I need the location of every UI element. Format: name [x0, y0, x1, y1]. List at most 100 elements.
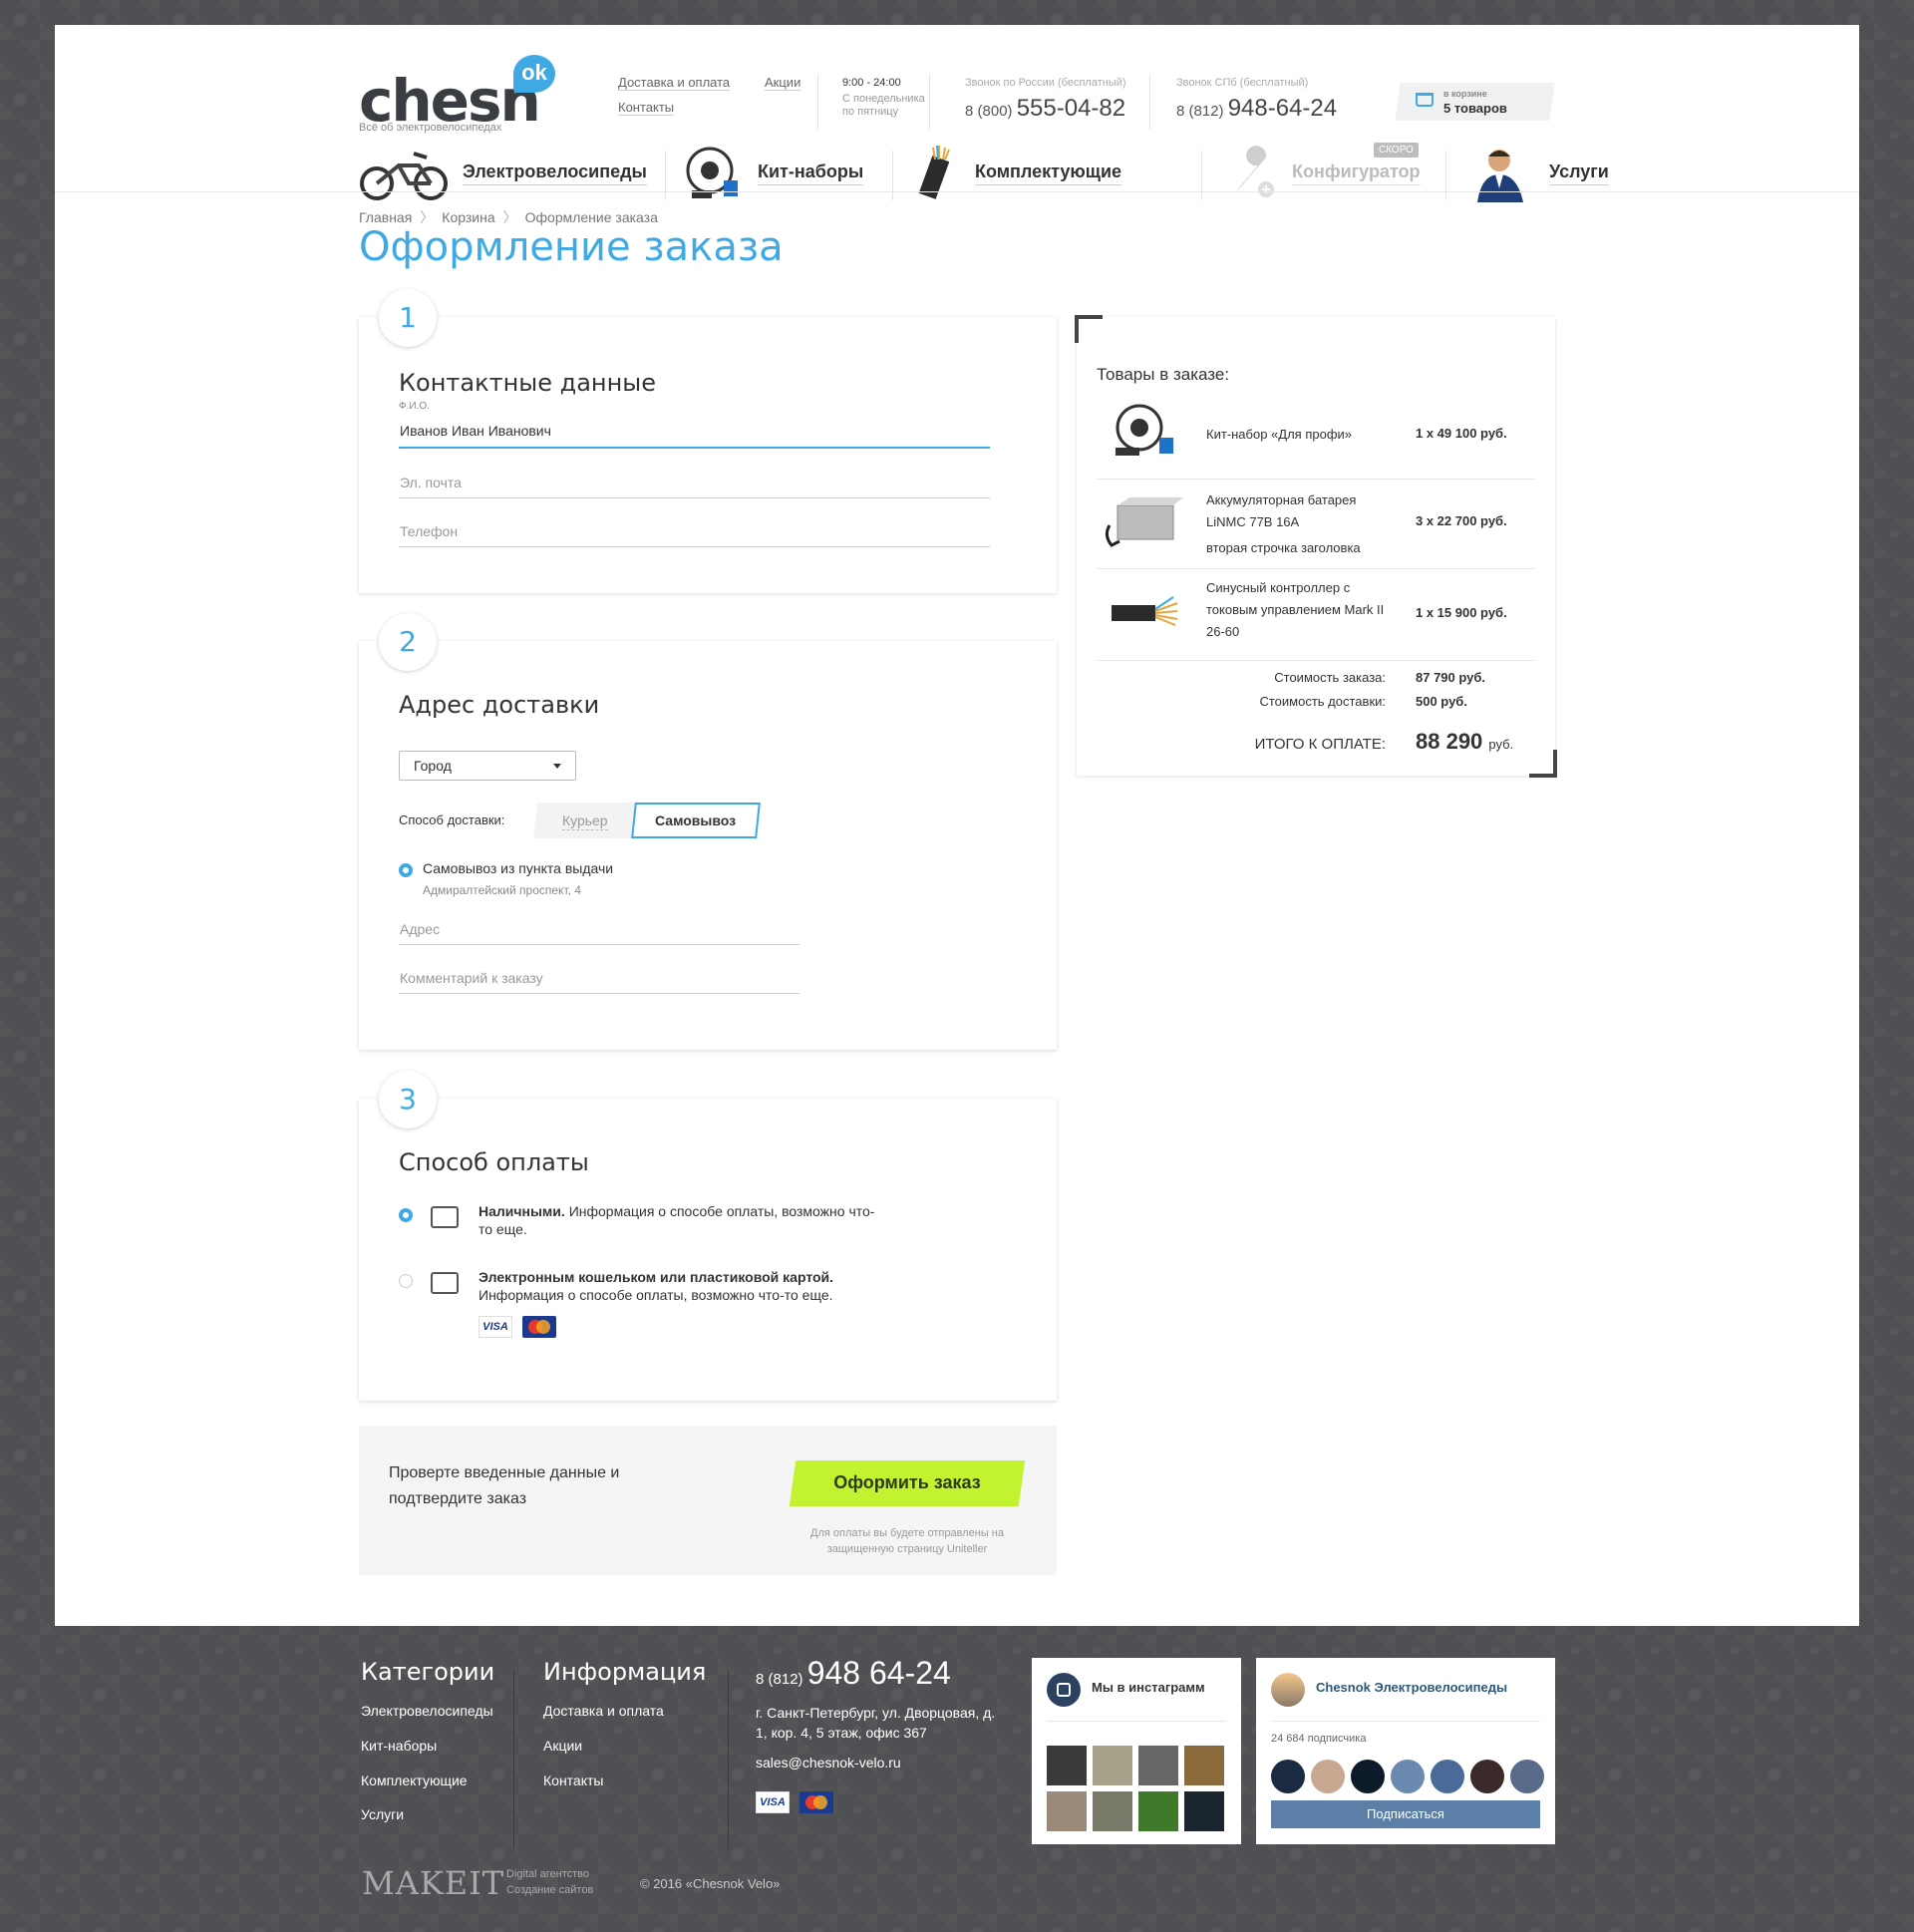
mastercard-logo — [522, 1316, 556, 1338]
card-radio[interactable] — [399, 1274, 413, 1288]
footer-link[interactable]: Услуги — [361, 1806, 404, 1822]
link-contacts[interactable]: Контакты — [618, 100, 675, 116]
chevron-right-icon: 〉 — [502, 209, 517, 225]
vk-member-avatar[interactable] — [1470, 1760, 1504, 1793]
instagram-photo[interactable] — [1138, 1791, 1178, 1831]
footer-link[interactable]: Кит-наборы — [361, 1738, 437, 1754]
nav-item-ebikes[interactable]: Электровелосипеды — [359, 143, 647, 204]
phone-field[interactable]: Телефон — [399, 517, 990, 547]
card-option: Электронным кошельком или пластиковой ка… — [478, 1269, 834, 1303]
summary-item: Аккумуляторная батарея LiNMC 77В 16А втор… — [1097, 480, 1535, 569]
item-price: 1 x 15 900 руб. — [1416, 605, 1507, 620]
footer-link[interactable]: Доставка и оплата — [543, 1703, 664, 1719]
nav-label: Кит-наборы — [758, 161, 864, 185]
instagram-title[interactable]: Мы в инстаграмм — [1092, 1680, 1205, 1695]
nav-item-kits[interactable]: Кит-наборы — [684, 143, 864, 204]
mastercard-logo — [799, 1791, 833, 1813]
step-contact: 1 Контактные данные Ф.И.О. Иванов Иван И… — [359, 289, 1057, 593]
name-field[interactable]: Ф.И.О. Иванов Иван Иванович — [399, 401, 990, 449]
top-links: Доставка и оплата Контакты — [618, 75, 731, 125]
vk-member-avatar[interactable] — [1271, 1760, 1305, 1793]
instagram-photo[interactable] — [1047, 1746, 1087, 1785]
instagram-photo[interactable] — [1184, 1746, 1224, 1785]
city-select[interactable]: Город — [399, 751, 576, 781]
nav-divider — [1445, 151, 1446, 200]
address-field[interactable]: Адрес — [399, 915, 799, 945]
instagram-photo[interactable] — [1184, 1791, 1224, 1831]
summary-title: Товары в заказе: — [1097, 365, 1230, 384]
nav-item-services[interactable]: Услуги — [1473, 143, 1609, 204]
pickup-radio[interactable] — [399, 863, 413, 877]
vk-member-avatar[interactable] — [1351, 1760, 1385, 1793]
card-icon — [431, 1272, 459, 1294]
order-summary: Товары в заказе: Кит-набор «Для профи» 1… — [1075, 315, 1557, 778]
nav-label: Услуги — [1549, 161, 1609, 185]
divider — [1149, 75, 1150, 130]
nav-divider — [1201, 151, 1202, 200]
tab-courier[interactable]: Курьер — [533, 803, 637, 838]
item-name: Аккумуляторная батарея LiNMC 77В 16А втор… — [1206, 492, 1361, 555]
cart-icon — [1416, 93, 1434, 107]
phone-russia: Звонок по России (бесплатный) 8 (800) 55… — [965, 77, 1126, 123]
total-value: 88 290 руб. — [1416, 729, 1514, 754]
hours-sub: С понедельника по пятницу — [842, 93, 925, 118]
step-number: 3 — [379, 1071, 437, 1128]
instagram-photo[interactable] — [1093, 1746, 1132, 1785]
logo[interactable]: chesn ok Всё об электровелосипедах — [359, 55, 558, 140]
comment-field[interactable]: Комментарий к заказу — [399, 964, 799, 994]
corner-decoration — [1529, 750, 1557, 778]
top-links-2: Акции — [765, 75, 801, 100]
footer-link[interactable]: Электровелосипеды — [361, 1703, 493, 1719]
footer-link[interactable]: Комплектующие — [361, 1772, 468, 1788]
phone-spb-number[interactable]: 8 (812) 948-64-24 — [1176, 95, 1337, 123]
footer-link[interactable]: Акции — [543, 1738, 582, 1754]
order-cost: 87 790 руб. — [1416, 670, 1486, 685]
vk-title[interactable]: Chesnok Электровелосипеды — [1316, 1680, 1507, 1695]
nav-divider — [892, 151, 893, 200]
vk-member-avatar[interactable] — [1391, 1760, 1425, 1793]
kit-icon — [686, 147, 738, 198]
visa-logo: VISA — [756, 1791, 790, 1813]
corner-decoration — [1075, 315, 1103, 343]
footer-email[interactable]: sales@chesnok-velo.ru — [756, 1755, 901, 1771]
phone-ru-label: Звонок по России (бесплатный) — [965, 77, 1126, 89]
name-value: Иванов Иван Иванович — [400, 423, 551, 439]
work-hours: 9:00 - 24:00 С понедельника по пятницу — [842, 77, 925, 119]
vk-avatar[interactable] — [1271, 1673, 1305, 1707]
phone-ru[interactable]: 8 (800) 555-04-82 — [965, 95, 1126, 123]
cash-option: Наличными. Информация о способе оплаты, … — [478, 1203, 875, 1237]
vk-subscribe-button[interactable]: Подписаться — [1271, 1800, 1540, 1828]
footer-link[interactable]: Контакты — [543, 1772, 603, 1788]
instagram-photo[interactable] — [1093, 1791, 1132, 1831]
wrench-icon — [1234, 146, 1274, 197]
nav-item-parts[interactable]: Комплектующие — [913, 143, 1122, 204]
instagram-icon[interactable] — [1047, 1673, 1081, 1707]
page-title: Оформление заказа — [359, 224, 784, 270]
link-delivery[interactable]: Доставка и оплата — [618, 75, 731, 91]
header-divider — [55, 191, 1859, 192]
link-promo[interactable]: Акции — [765, 75, 801, 91]
address-placeholder: Адрес — [400, 921, 441, 937]
tab-pickup[interactable]: Самовывоз — [631, 803, 761, 838]
phone-spb-label: Звонок СПб (бесплатный) — [1176, 77, 1309, 89]
delivery-cost: 500 руб. — [1416, 694, 1467, 709]
item-price: 1 x 49 100 руб. — [1416, 426, 1507, 441]
phone-placeholder: Телефон — [400, 523, 459, 539]
makeit-logo[interactable]: MAKEIT — [362, 1864, 504, 1902]
breadcrumb-cart[interactable]: Корзина — [442, 209, 494, 225]
divider — [1047, 1721, 1226, 1722]
instagram-photo[interactable] — [1047, 1791, 1087, 1831]
vk-member-avatar[interactable] — [1311, 1760, 1345, 1793]
city-select-value: Город — [414, 758, 452, 774]
battery-image — [1105, 497, 1183, 547]
instagram-photo[interactable] — [1138, 1746, 1178, 1785]
submit-order-label[interactable]: Оформить заказ — [793, 1472, 1022, 1493]
vk-member-avatar[interactable] — [1431, 1760, 1464, 1793]
email-field[interactable]: Эл. почта — [399, 469, 990, 498]
copyright: © 2016 «Chesnok Velo» — [640, 1876, 781, 1891]
breadcrumb-home[interactable]: Главная — [359, 209, 412, 225]
visa-logo: VISA — [478, 1316, 512, 1338]
footer-phone[interactable]: 8 (812) 948 64-24 — [756, 1655, 951, 1692]
cash-radio[interactable] — [399, 1208, 413, 1222]
vk-member-avatar[interactable] — [1510, 1760, 1544, 1793]
